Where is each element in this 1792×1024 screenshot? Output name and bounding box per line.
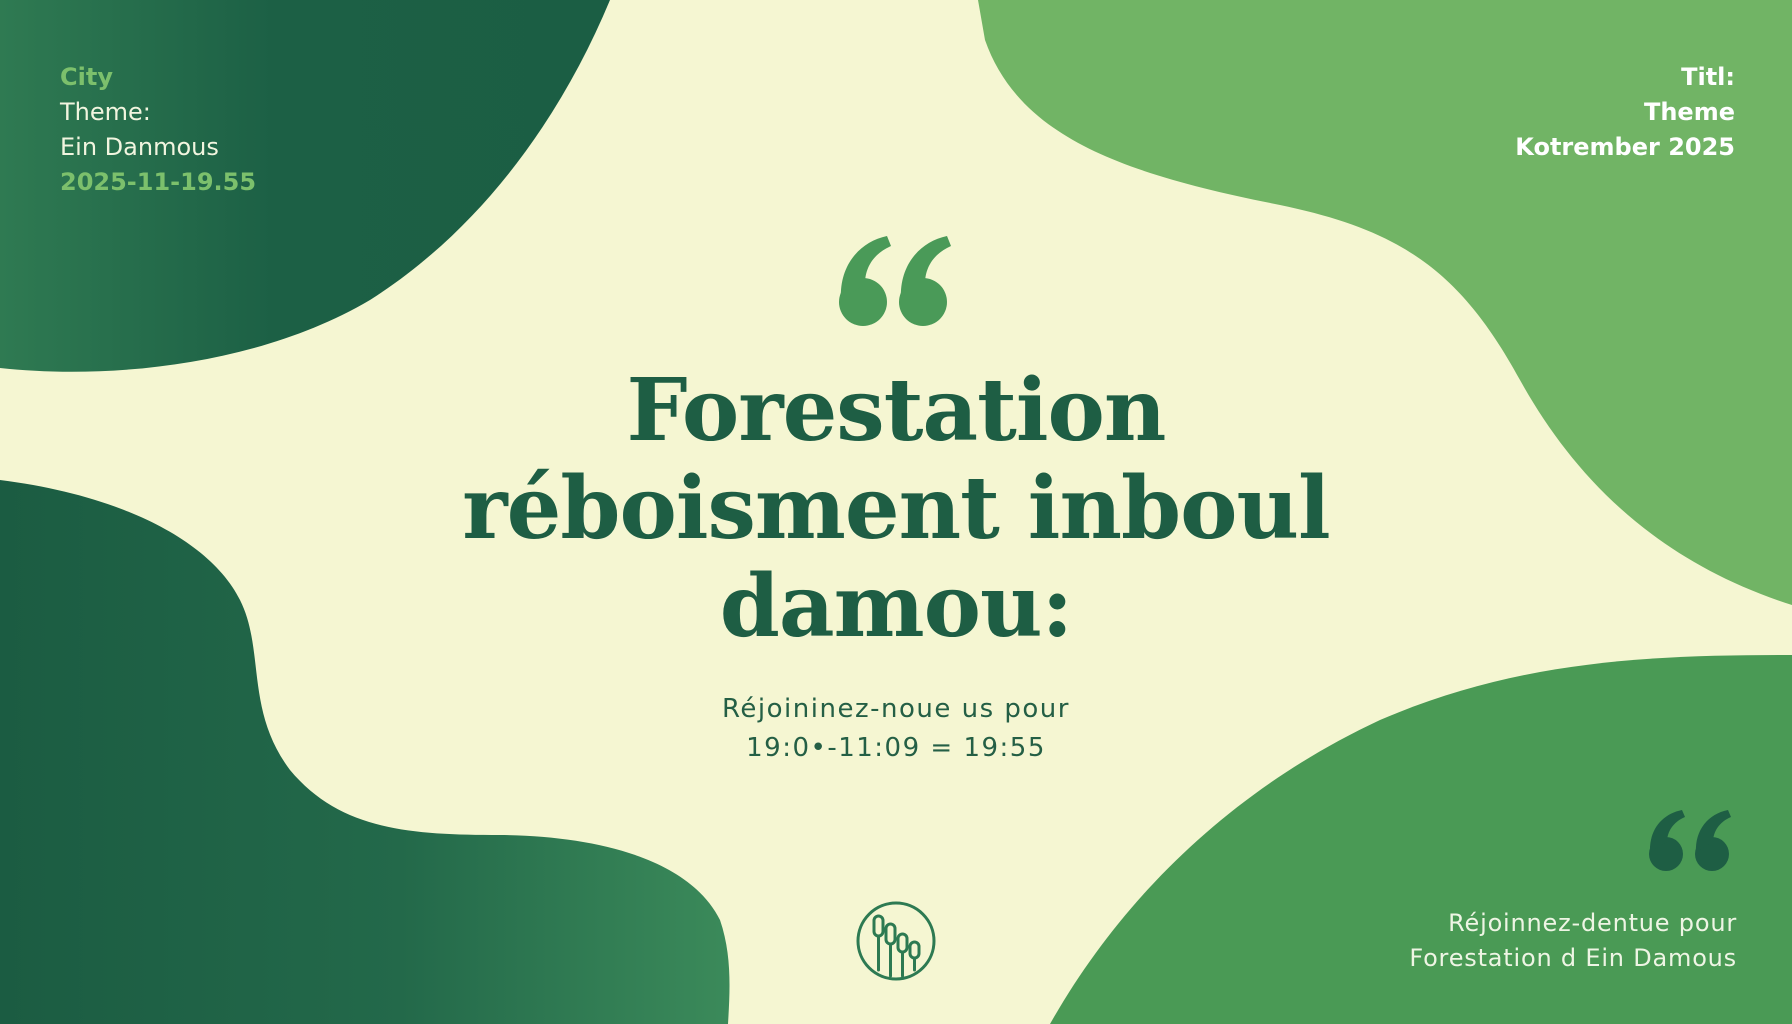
caption-line-2: Forestation d Ein Damous	[1409, 944, 1737, 972]
subtitle: Réjoininez-noue us pour 19:0•-11:09 = 19…	[0, 690, 1792, 768]
top-left-info: City Theme: Ein Danmous 2025-11-19.55	[60, 60, 256, 200]
open-quote-icon-small	[1649, 810, 1731, 871]
date-text: 2025-11-19.55	[60, 168, 257, 196]
reeds-logo-icon	[856, 901, 936, 981]
subtitle-line-2: 19:0•-11:09 = 19:55	[746, 733, 1046, 763]
subtitle-line-1: Réjoininez-noue us pour	[722, 694, 1070, 724]
event-poster: City Theme: Ein Danmous 2025-11-19.55 Ti…	[0, 0, 1792, 1024]
location-text: Ein Danmous	[60, 133, 219, 161]
headline: Forestation réboisment inboul damou:	[0, 362, 1792, 656]
top-right-info: Titl: Theme Kotrember 2025	[1515, 60, 1735, 165]
city-label: City	[60, 63, 113, 91]
headline-line-1: Forestation	[626, 360, 1167, 461]
bottom-right-caption: Réjoinnez-dentue pour Forestation d Ein …	[1409, 906, 1737, 976]
theme-label: Theme:	[60, 98, 151, 126]
open-quote-icon	[839, 236, 951, 326]
headline-line-3: damou:	[719, 556, 1074, 657]
month-text: Kotrember 2025	[1515, 133, 1735, 161]
theme-text: Theme	[1643, 98, 1735, 126]
caption-line-1: Réjoinnez-dentue pour	[1448, 909, 1737, 937]
title-label: Titl:	[1681, 63, 1735, 91]
headline-line-2: réboisment inboul	[462, 458, 1330, 559]
